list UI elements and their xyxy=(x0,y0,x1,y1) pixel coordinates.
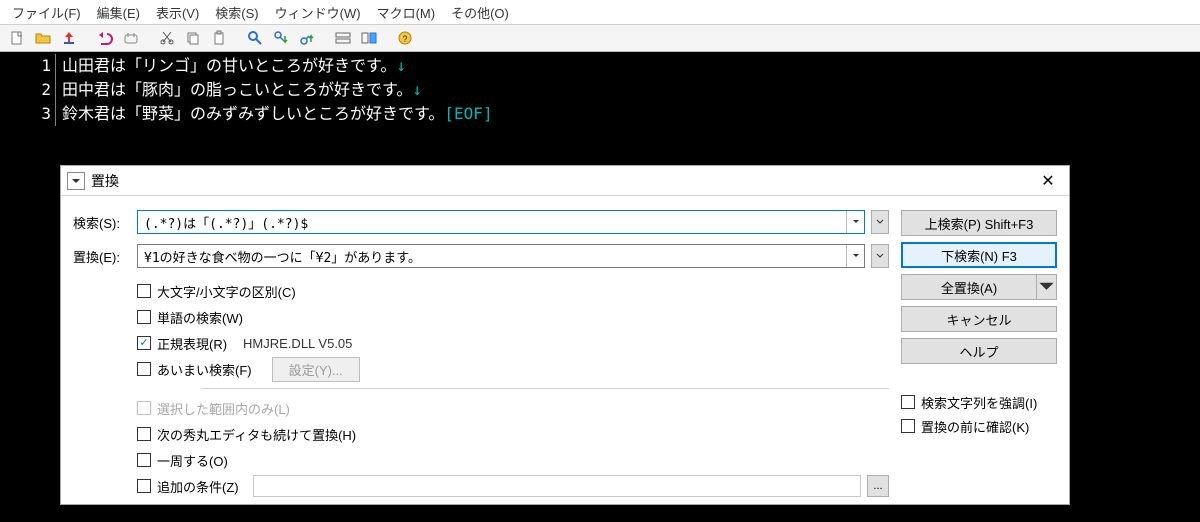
copy-icon[interactable] xyxy=(182,27,204,49)
line-text: 山田君は「リンゴ」の甘いところが好きです。 xyxy=(62,56,396,75)
line-number: 2 xyxy=(0,78,56,102)
toolbar: ? xyxy=(0,24,1200,52)
regex-checkbox[interactable] xyxy=(137,336,151,350)
line-text: 鈴木君は「野菜」のみずみずしいところが好きです。 xyxy=(62,104,444,123)
close-icon[interactable]: ✕ xyxy=(1033,171,1063,191)
cancel-button[interactable]: キャンセル xyxy=(901,306,1057,332)
svg-text:?: ? xyxy=(402,34,407,44)
confirm-label: 置換の前に確認(K) xyxy=(921,417,1029,436)
line-number: 3 xyxy=(0,102,56,126)
divider xyxy=(201,388,889,389)
tile-horizontal-icon[interactable] xyxy=(332,27,354,49)
open-file-icon[interactable] xyxy=(32,27,54,49)
dialog-titlebar[interactable]: 置換 ✕ xyxy=(61,166,1069,196)
help-button[interactable]: ヘルプ xyxy=(901,338,1057,364)
replace-all-dropdown[interactable] xyxy=(1037,274,1057,300)
regex-dll-label: HMJRE.DLL V5.05 xyxy=(243,336,352,351)
editor[interactable]: 1 山田君は「リンゴ」の甘いところが好きです。↓ 2 田中君は「豚肉」の脂っこい… xyxy=(0,52,1200,126)
editor-line: 2 田中君は「豚肉」の脂っこいところが好きです。↓ xyxy=(0,78,1200,102)
menu-macro[interactable]: マクロ(M) xyxy=(369,0,444,25)
find-down-button[interactable]: 下検索(N) F3 xyxy=(901,242,1057,268)
replace-dialog: 置換 ✕ 検索(S): 置換(E): xyxy=(60,165,1070,505)
fuzzy-label: あいまい検索(F) xyxy=(157,360,252,379)
editor-line: 3 鈴木君は「野菜」のみずみずしいところが好きです。[EOF] xyxy=(0,102,1200,126)
highlight-label: 検索文字列を強調(I) xyxy=(921,393,1037,412)
search-label: 検索(S): xyxy=(73,213,131,232)
menu-search[interactable]: 検索(S) xyxy=(207,0,266,25)
find-next-icon[interactable] xyxy=(270,27,292,49)
menu-other[interactable]: その他(O) xyxy=(443,0,517,25)
extra-cond-checkbox[interactable] xyxy=(137,479,151,493)
dialog-title: 置換 xyxy=(91,171,1033,191)
redo-icon[interactable] xyxy=(120,27,142,49)
replace-history-button[interactable] xyxy=(871,244,889,268)
newline-mark: ↓ xyxy=(412,80,422,99)
next-hidemaru-checkbox[interactable] xyxy=(137,427,151,441)
chevron-down-icon[interactable] xyxy=(846,245,864,267)
paste-icon[interactable] xyxy=(208,27,230,49)
selection-only-checkbox xyxy=(137,401,151,415)
replace-all-button[interactable]: 全置換(A) xyxy=(901,274,1037,300)
wrap-checkbox[interactable] xyxy=(137,453,151,467)
menu-window[interactable]: ウィンドウ(W) xyxy=(267,0,369,25)
dialog-menu-dropdown[interactable] xyxy=(67,172,85,190)
editor-line: 1 山田君は「リンゴ」の甘いところが好きです。↓ xyxy=(0,54,1200,78)
find-up-button[interactable]: 上検索(P) Shift+F3 xyxy=(901,210,1057,236)
wrap-label: 一周する(O) xyxy=(157,451,228,470)
line-text: 田中君は「豚肉」の脂っこいところが好きです。 xyxy=(62,80,412,99)
eof-mark: [EOF] xyxy=(444,104,492,123)
menubar: ファイル(F) 編集(E) 表示(V) 検索(S) ウィンドウ(W) マクロ(M… xyxy=(0,0,1200,24)
menu-view[interactable]: 表示(V) xyxy=(148,0,207,25)
extra-cond-button[interactable]: ... xyxy=(867,475,889,497)
newline-mark: ↓ xyxy=(396,56,406,75)
word-label: 単語の検索(W) xyxy=(157,308,243,327)
case-checkbox[interactable] xyxy=(137,284,151,298)
highlight-checkbox[interactable] xyxy=(901,395,915,409)
find-prev-icon[interactable] xyxy=(296,27,318,49)
search-input[interactable] xyxy=(138,211,846,233)
tile-vertical-icon[interactable] xyxy=(358,27,380,49)
regex-label: 正規表現(R) xyxy=(157,334,227,353)
replace-label: 置換(E): xyxy=(73,247,131,266)
chevron-down-icon[interactable] xyxy=(846,211,864,233)
extra-cond-input[interactable] xyxy=(253,475,861,497)
search-history-button[interactable] xyxy=(871,210,889,234)
replace-combo[interactable] xyxy=(137,244,865,268)
extra-cond-label: 追加の条件(Z) xyxy=(157,477,239,496)
cut-icon[interactable] xyxy=(156,27,178,49)
help-icon[interactable]: ? xyxy=(394,27,416,49)
next-hidemaru-label: 次の秀丸エディタも続けて置換(H) xyxy=(157,425,356,444)
line-number: 1 xyxy=(0,54,56,78)
new-file-icon[interactable] xyxy=(6,27,28,49)
confirm-checkbox[interactable] xyxy=(901,419,915,433)
menu-file[interactable]: ファイル(F) xyxy=(4,0,89,25)
replace-input[interactable] xyxy=(138,245,846,267)
menu-edit[interactable]: 編集(E) xyxy=(89,0,148,25)
undo-icon[interactable] xyxy=(94,27,116,49)
fuzzy-settings-button: 設定(Y)... xyxy=(272,357,360,382)
search-combo[interactable] xyxy=(137,210,865,234)
case-label: 大文字/小文字の区別(C) xyxy=(157,282,296,301)
fuzzy-checkbox[interactable] xyxy=(137,362,151,376)
find-icon[interactable] xyxy=(244,27,266,49)
selection-only-label: 選択した範囲内のみ(L) xyxy=(157,399,290,418)
word-checkbox[interactable] xyxy=(137,310,151,324)
save-icon[interactable] xyxy=(58,27,80,49)
